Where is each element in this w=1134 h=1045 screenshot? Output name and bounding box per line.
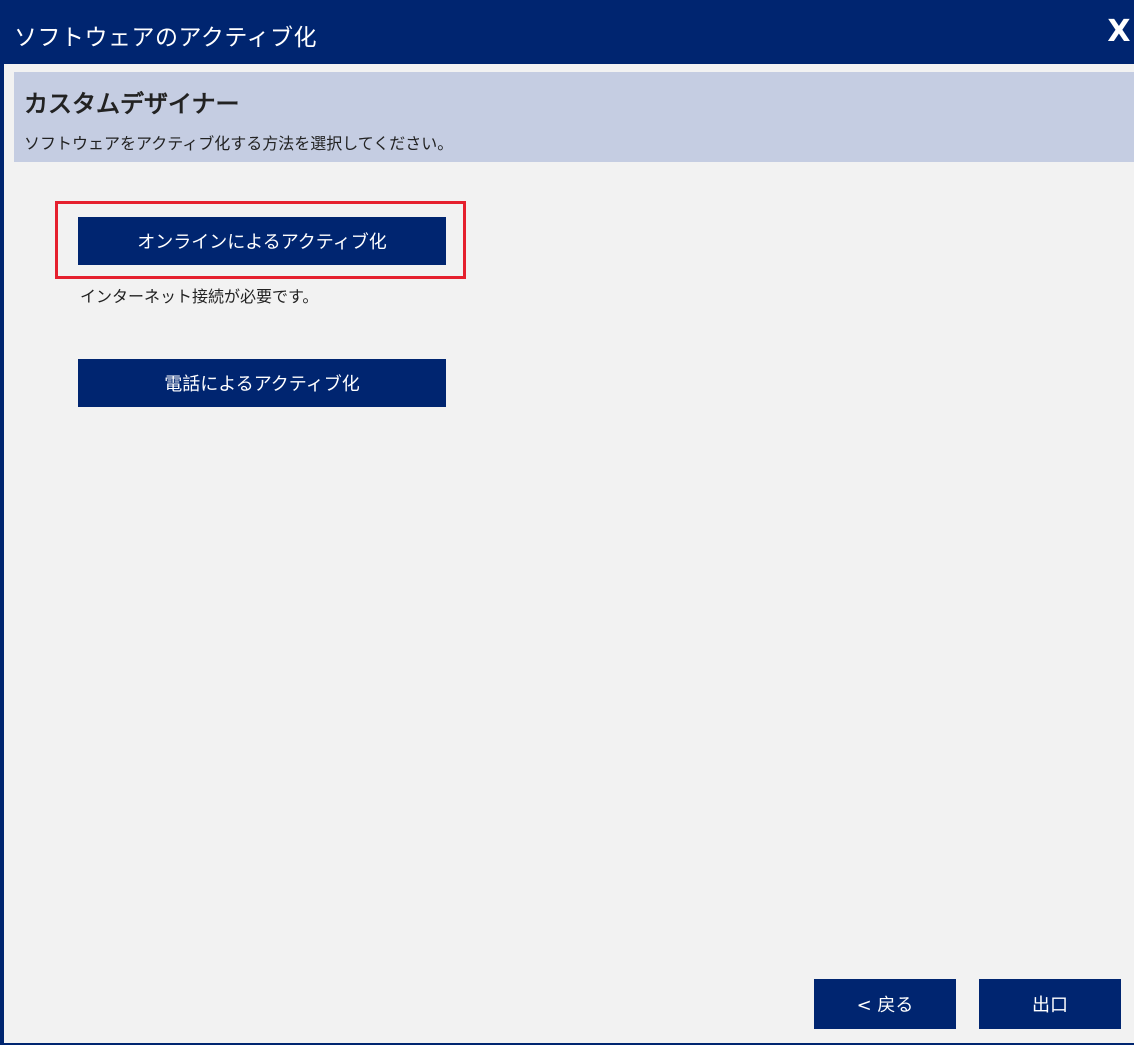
header-band: カスタムデザイナー ソフトウェアをアクティブ化する方法を選択してください。 [14,72,1134,162]
close-button[interactable]: X [1102,12,1134,52]
title-bar: ソフトウェアのアクティブ化 X [4,0,1134,64]
online-activation-button[interactable]: オンラインによるアクティブ化 [78,217,446,265]
header-description: ソフトウェアをアクティブ化する方法を選択してください。 [24,134,454,153]
exit-button[interactable]: 出口 [979,979,1121,1029]
window-title: ソフトウェアのアクティブ化 [14,25,317,51]
header-title: カスタムデザイナー [24,90,240,118]
activation-dialog: ソフトウェアのアクティブ化 X カスタムデザイナー ソフトウェアをアクティブ化す… [0,0,1134,1045]
online-activation-note: インターネット接続が必要です。 [80,287,319,306]
back-button[interactable]: < 戻る [814,979,956,1029]
phone-activation-button[interactable]: 電話によるアクティブ化 [78,359,446,407]
